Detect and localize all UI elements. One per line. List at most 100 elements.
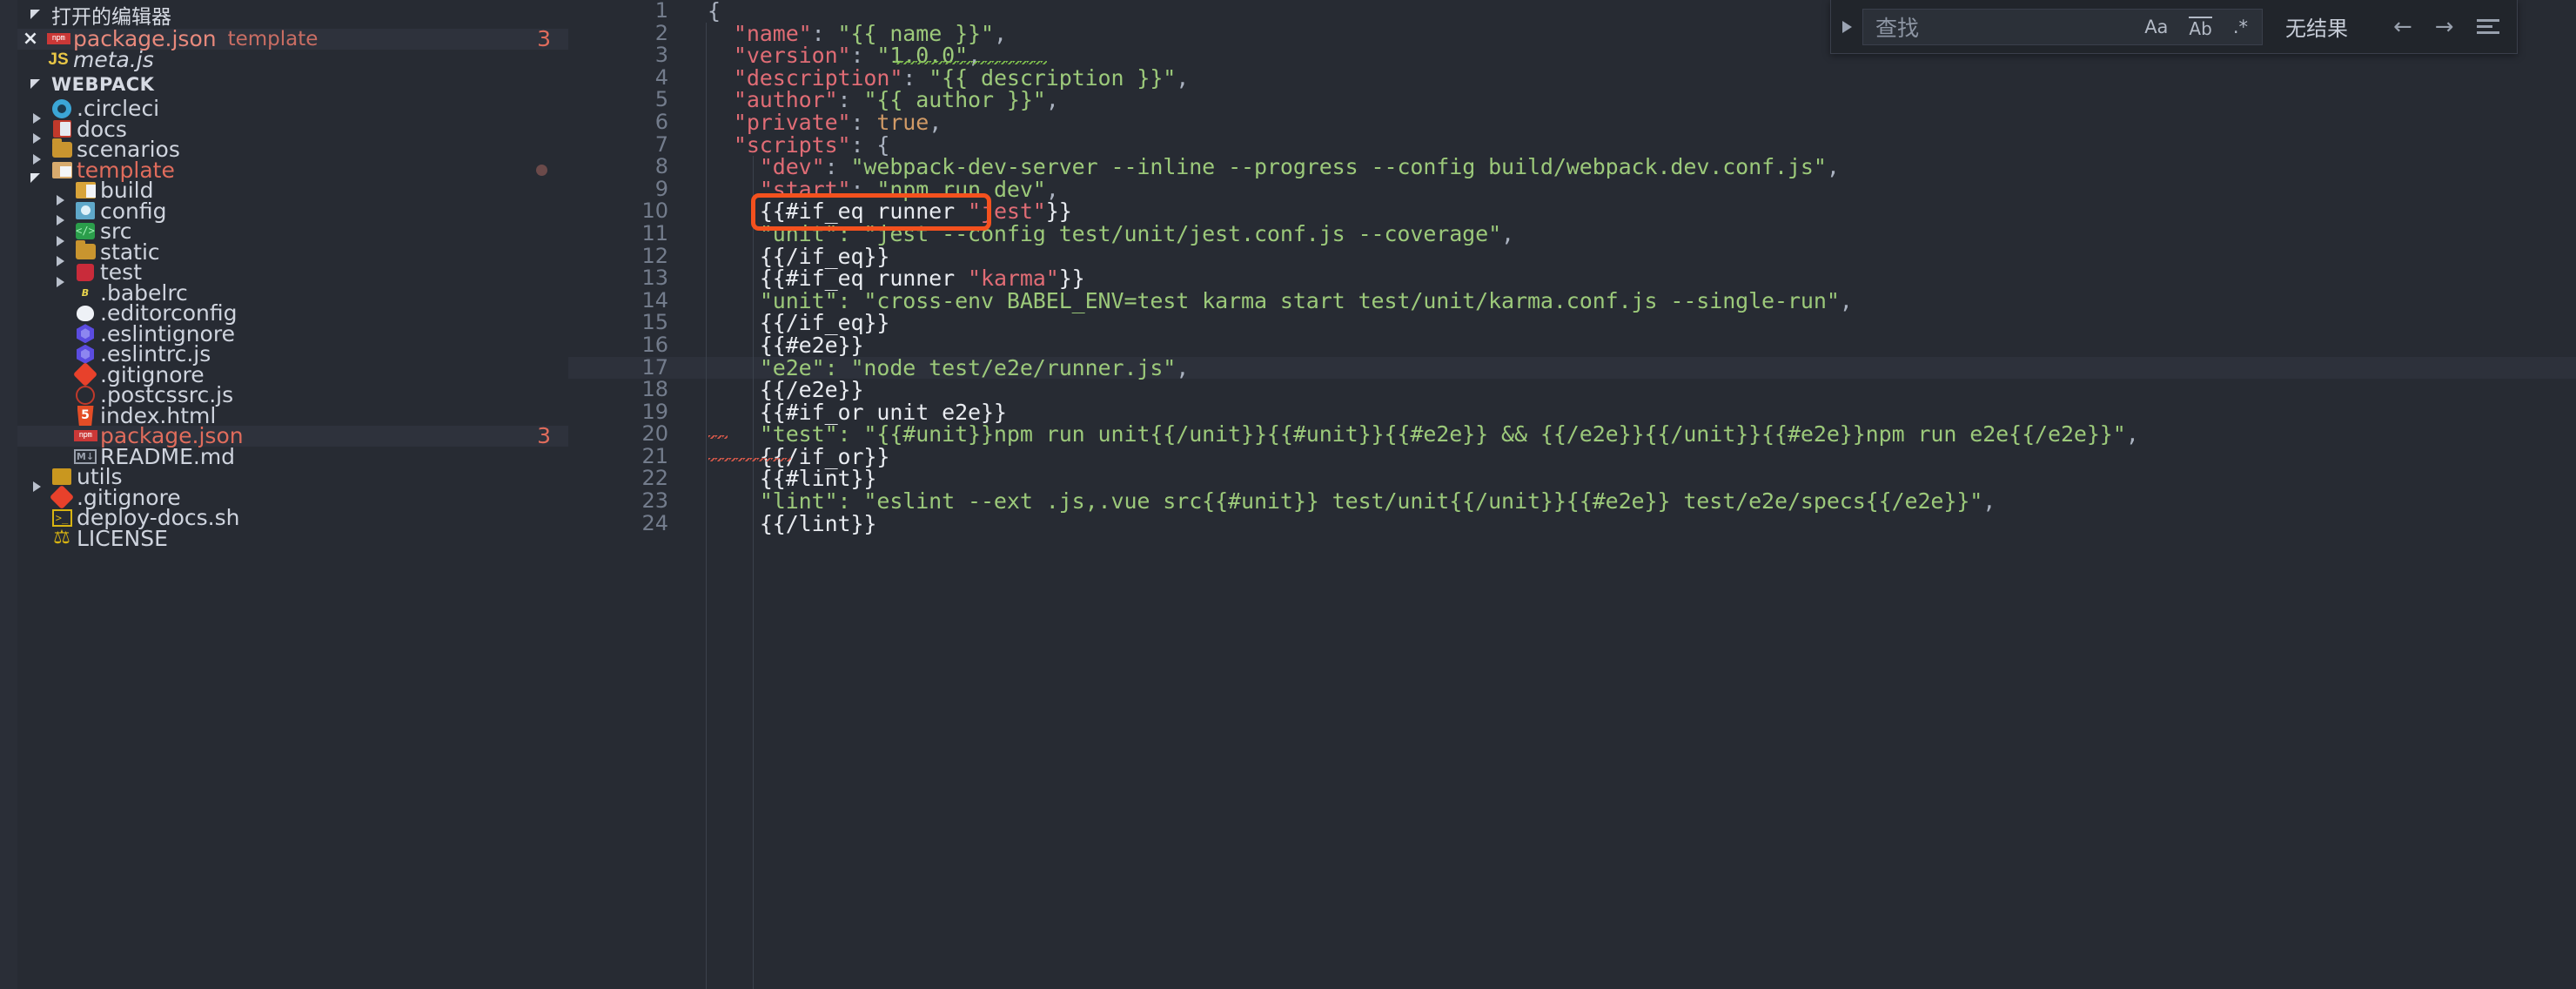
whole-word-icon[interactable]: Ab	[2184, 14, 2217, 40]
code-line-text: "lint": "eslint --ext .js,.vue src{{#uni…	[759, 488, 1996, 515]
line-number: 8	[654, 154, 668, 179]
line-number: 14	[641, 287, 668, 313]
code-line[interactable]: 6 "private": true,	[568, 111, 2576, 134]
code-line[interactable]: 12 {{/if_eq}}	[568, 243, 2576, 268]
code-line[interactable]: 14 "unit": "cross-env BABEL_ENV=test kar…	[568, 287, 2576, 313]
code-line-text: {{#e2e}}	[759, 332, 864, 358]
open-editors-section-header[interactable]: 打开的编辑器	[17, 0, 568, 29]
code-line[interactable]: 20 "test": "{{#unit}}npm run unit{{/unit…	[568, 423, 2576, 446]
explorer-sidebar: 打开的编辑器 ×package.jsontemplate3JSmeta.js W…	[17, 0, 568, 989]
folder-build-icon	[70, 182, 100, 199]
find-input[interactable]: 查找	[1875, 11, 2129, 43]
git-icon	[47, 485, 77, 510]
open-editors-list: ×package.jsontemplate3JSmeta.js	[17, 26, 568, 72]
code-line[interactable]: 17 "e2e": "node test/e2e/runner.js",	[568, 354, 2576, 380]
line-number: 18	[641, 377, 668, 402]
folder-src-icon: </>	[70, 223, 100, 240]
code-line-text: {{/e2e}}	[759, 377, 864, 403]
code-line[interactable]: 13 {{#if_eq runner "karma"}}	[568, 267, 2576, 290]
problem-count-badge: 3	[537, 423, 551, 449]
indent-guide	[706, 22, 707, 989]
line-number: 5	[654, 87, 668, 112]
code-line[interactable]: 4 "description": "{{ description }}",	[568, 64, 2576, 91]
code-line[interactable]: 21 {{/if_or}}	[568, 445, 2576, 468]
npm-icon	[44, 33, 73, 45]
find-widget[interactable]: 查找 Aa Ab .* 无结果 ← →	[1830, 0, 2518, 54]
find-in-selection-icon[interactable]	[2476, 19, 2499, 34]
code-line[interactable]: 16 {{#e2e}}	[568, 332, 2576, 358]
find-input-wrapper[interactable]: 查找 Aa Ab .*	[1862, 8, 2263, 45]
chevron-down-icon	[30, 9, 42, 21]
code-line[interactable]: 11 "unit": "jest --config test/unit/jest…	[568, 220, 2576, 246]
code-line[interactable]: 7 "scripts": {	[568, 131, 2576, 158]
file-tree-item-label: LICENSE	[77, 525, 168, 551]
file-tree-item-license[interactable]: ⚖ LICENSE	[17, 525, 568, 551]
explorer-section-header[interactable]: WEBPACK	[17, 70, 568, 98]
code-line-text: "test": "{{#unit}}npm run unit{{/unit}}{…	[759, 421, 2139, 447]
code-line[interactable]: 24 {{/lint}}	[568, 510, 2576, 536]
git-icon	[70, 362, 100, 387]
find-next-icon[interactable]: →	[2435, 14, 2454, 40]
eslint-icon	[70, 324, 100, 344]
open-editor-name: meta.js	[73, 46, 154, 72]
line-number: 12	[641, 243, 668, 268]
explorer-title: WEBPACK	[51, 73, 155, 95]
code-line[interactable]: 18 {{/e2e}}	[568, 377, 2576, 403]
line-number: 1	[654, 0, 668, 23]
line-number: 24	[641, 510, 668, 535]
code-editor[interactable]: 1{2 "name": "{{ name }}", 3 "version": "1…	[568, 0, 2576, 989]
find-result-status: 无结果	[2285, 17, 2348, 41]
html5-icon: 5	[70, 405, 100, 426]
line-number: 23	[641, 488, 668, 514]
code-line[interactable]: 8 "dev": "webpack-dev-server --inline --…	[568, 156, 2576, 178]
folder-template-icon	[47, 161, 77, 178]
code-line-text: "unit": "cross-env BABEL_ENV=test karma …	[759, 287, 1853, 313]
code-line[interactable]: 5 "author": "{{ author }}",	[568, 89, 2576, 111]
toggle-replace-icon[interactable]	[1831, 20, 1862, 33]
line-number: 13	[641, 266, 668, 291]
line-number: 22	[641, 466, 668, 491]
line-number: 11	[641, 220, 668, 246]
line-number: 6	[654, 109, 668, 134]
line-number: 9	[654, 176, 668, 201]
line-number: 3	[654, 43, 668, 68]
line-number: 17	[641, 354, 668, 380]
js-icon: JS	[48, 50, 69, 69]
folder-docs-icon	[47, 120, 77, 138]
open-editor-detail: template	[227, 27, 319, 50]
code-line[interactable]: 9 "start": "npm run dev",	[568, 178, 2576, 201]
code-line[interactable]: 22 {{#lint}}	[568, 468, 2576, 490]
code-line[interactable]: 19 {{#if_or unit e2e}}	[568, 399, 2576, 425]
code-lines[interactable]: 1{2 "name": "{{ name }}", 3 "version": "1…	[568, 0, 2576, 989]
code-line-text: {{#if_or unit e2e}}	[759, 399, 1007, 425]
code-line-text: "description": "{{ description }}",	[733, 64, 1190, 91]
line-number: 20	[641, 421, 668, 447]
code-line[interactable]: 10 {{#if_eq runner "jest"}}	[568, 200, 2576, 223]
activity-bar-edge	[0, 0, 17, 989]
code-line[interactable]: 23 "lint": "eslint --ext .js,.vue src{{#…	[568, 488, 2576, 515]
line-number: 19	[641, 399, 668, 424]
line-number: 2	[654, 20, 668, 45]
code-line-text: "scripts": {	[733, 131, 890, 158]
folder-icon	[70, 240, 100, 260]
line-number: 4	[654, 64, 668, 90]
code-line-text: "private": true,	[733, 109, 943, 135]
modified-dot-icon	[536, 164, 547, 176]
folder-utils-icon	[47, 468, 77, 486]
find-previous-icon[interactable]: ←	[2393, 14, 2412, 40]
line-number: 10	[641, 198, 668, 224]
close-icon[interactable]: ×	[17, 28, 44, 50]
open-editor-item[interactable]: JS meta.js	[17, 46, 568, 72]
folder-test-icon	[70, 263, 100, 281]
code-line-text: {{/lint}}	[759, 510, 877, 536]
problem-count-badge: 3	[537, 26, 551, 52]
match-case-icon[interactable]: Aa	[2139, 14, 2173, 40]
line-number: 16	[641, 332, 668, 357]
regex-icon[interactable]: .*	[2228, 14, 2253, 40]
code-line-text: "dev": "webpack-dev-server --inline --pr…	[759, 154, 1840, 180]
markdown-icon: M↓	[70, 448, 100, 464]
code-line-text: {{#lint}}	[759, 466, 877, 492]
line-number: 7	[654, 131, 668, 157]
code-line[interactable]: 15 {{/if_eq}}	[568, 312, 2576, 334]
folder-config-icon	[70, 202, 100, 220]
